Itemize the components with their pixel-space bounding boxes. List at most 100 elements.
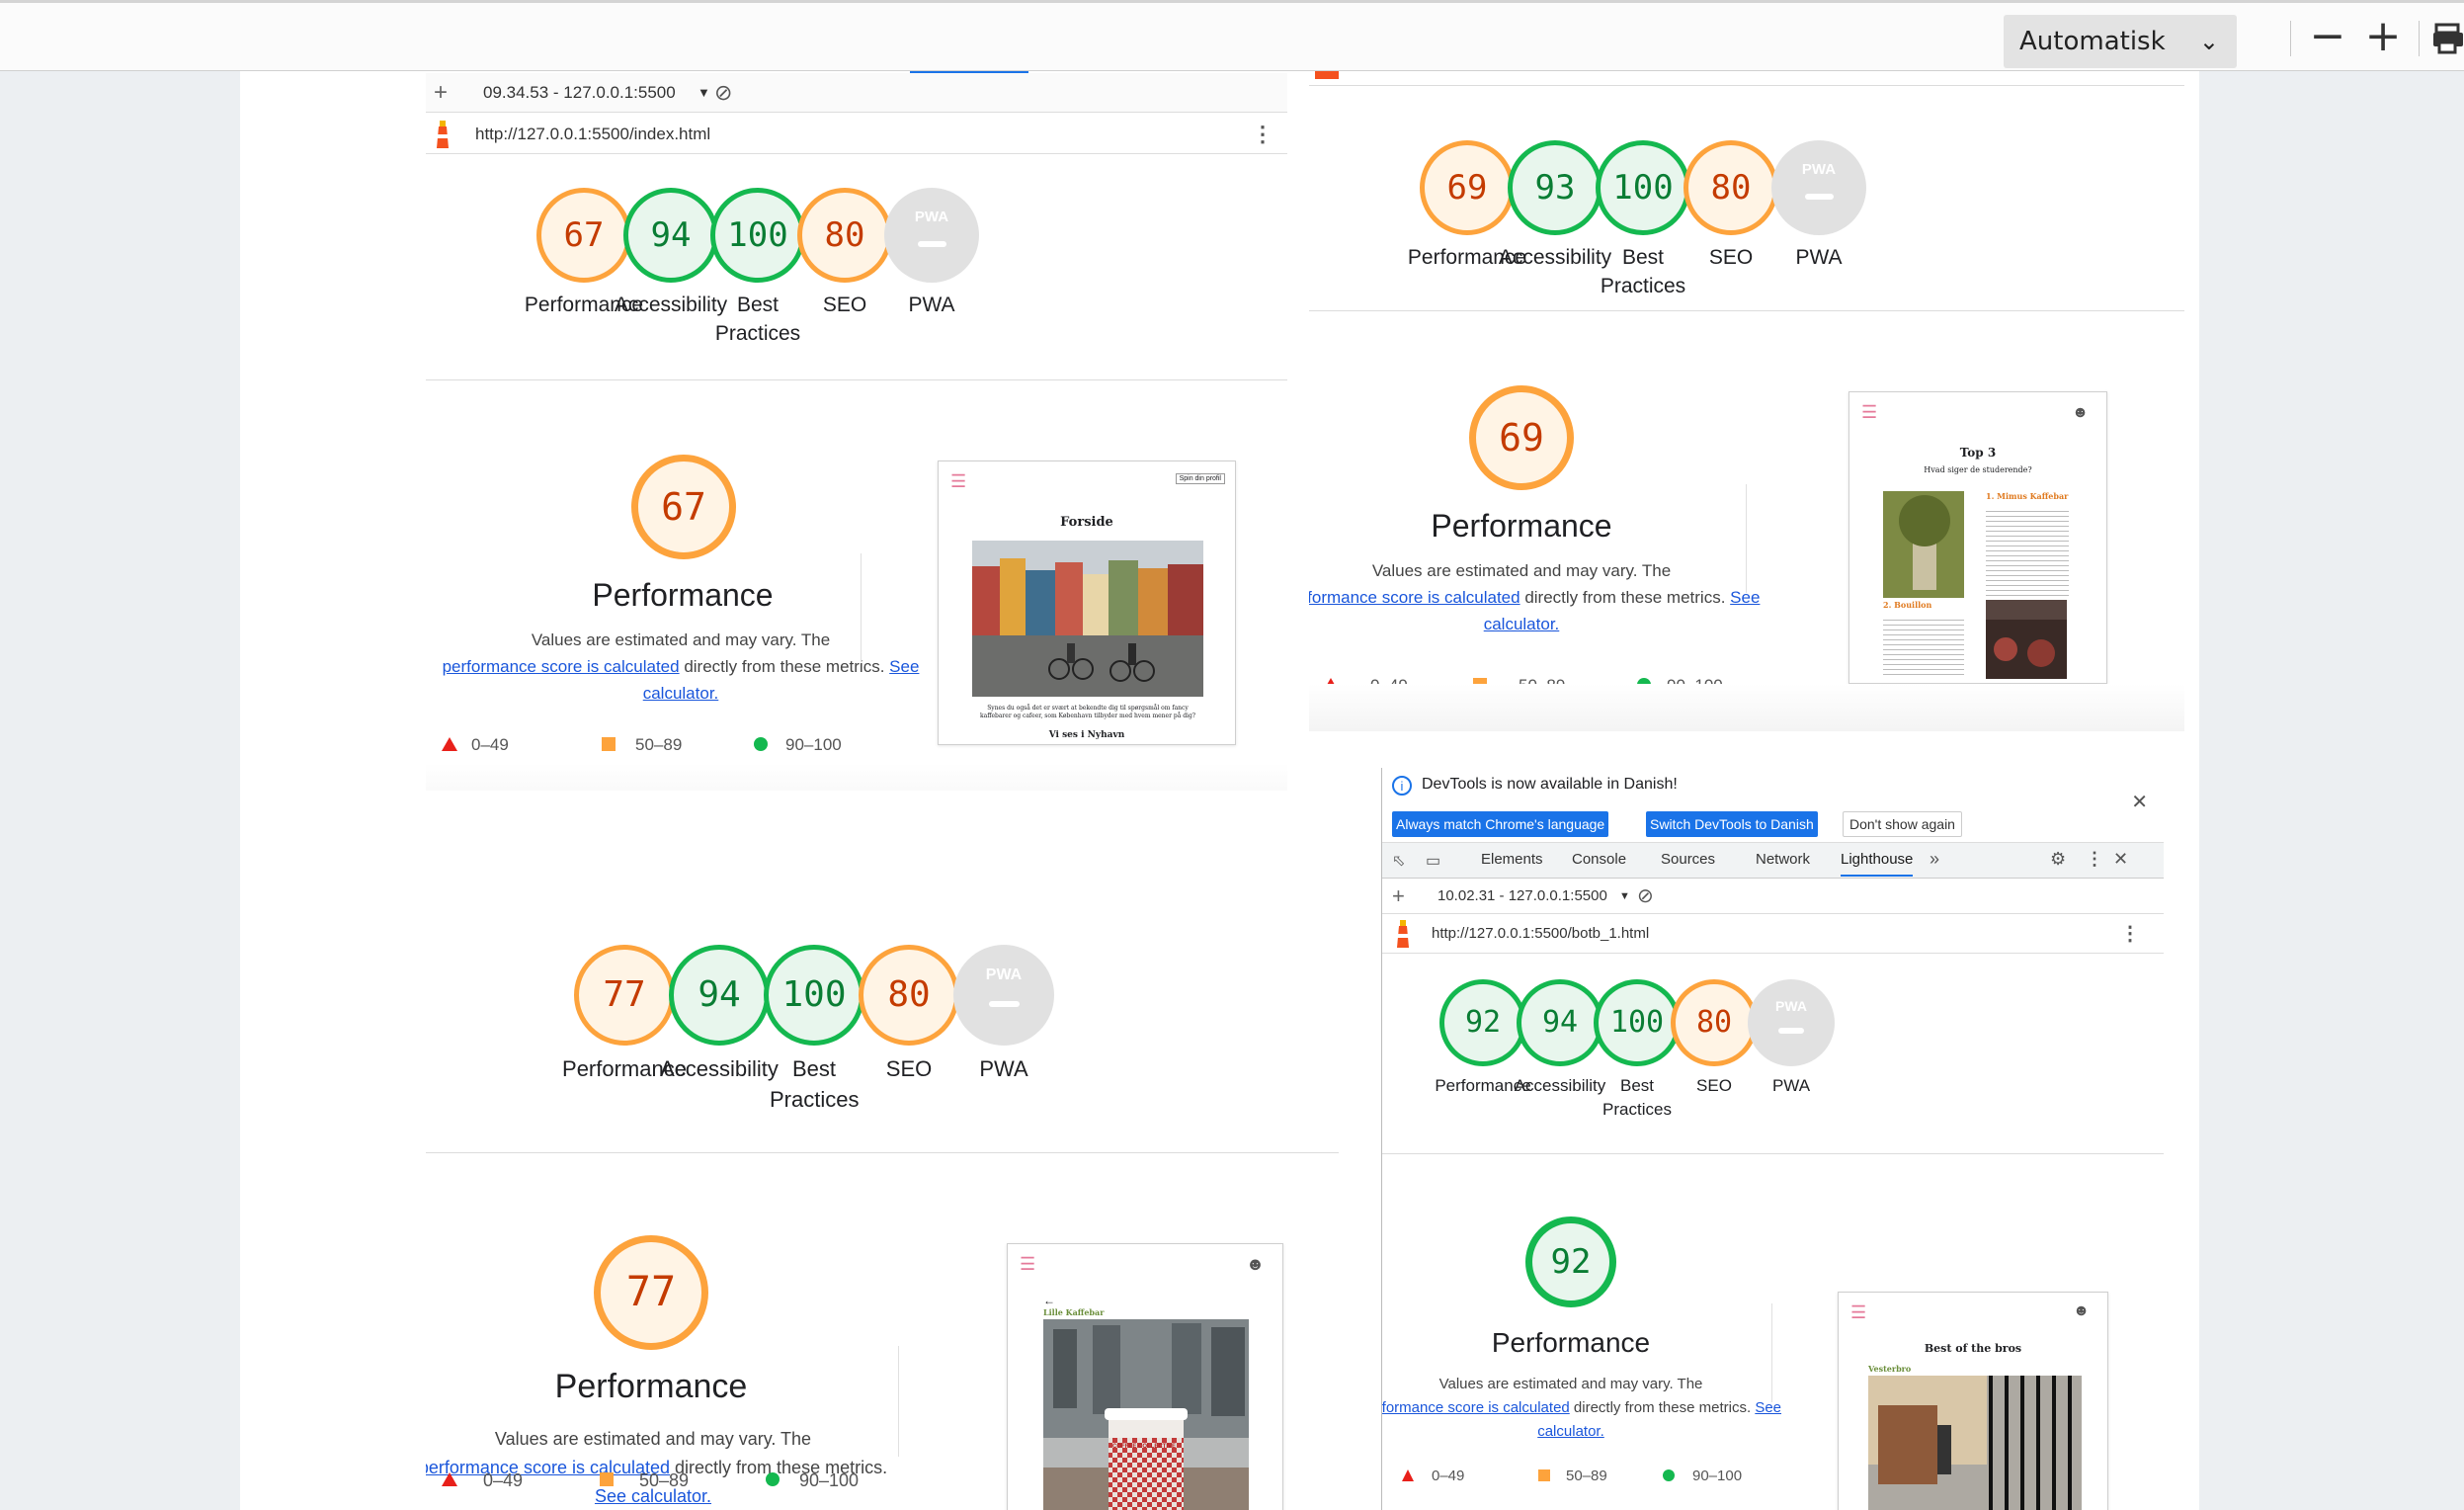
info-icon: i — [1392, 776, 1412, 796]
pwa-dash-icon — [1805, 194, 1834, 200]
account-icon: ☻ — [1246, 1254, 1265, 1274]
plus-icon[interactable]: + — [434, 73, 448, 113]
score-legend: 0–49 50–89 90–100 — [442, 1470, 896, 1494]
note-text: Values are estimated and may vary. The — [494, 1429, 812, 1449]
fade — [426, 763, 1287, 791]
switch-danish-button[interactable]: Switch DevTools to Danish — [1646, 811, 1818, 837]
tab-lighthouse[interactable]: Lighthouse — [1841, 851, 1914, 877]
more-tabs-icon[interactable]: » — [1930, 849, 1939, 870]
chevron-down-icon: ⌄ — [2198, 28, 2219, 55]
clear-icon[interactable]: ⊘ — [1637, 879, 1654, 914]
thumb-photo — [1986, 600, 2067, 679]
report-url: http://127.0.0.1:5500/botb_1.html — [1432, 925, 1650, 942]
fail-triangle-icon — [442, 1472, 457, 1486]
legend-average: 50–89 — [639, 1470, 690, 1490]
url-row: http://127.0.0.1:5500/index.html ⋮ — [426, 115, 1287, 154]
more-vert-icon[interactable]: ⋮ — [1252, 115, 1273, 154]
pwa-gauge[interactable]: PWA PWA — [940, 945, 1068, 1084]
score-legend: 0–49 50–89 90–100 — [1402, 1468, 1797, 1489]
page-screenshot-thumbnail: ☰ ☻ ← Lille Kaffebar COFFEE COLLECTIVE — [1007, 1243, 1283, 1510]
zoom-in-button[interactable]: + — [2361, 15, 2405, 60]
performance-note: Values are estimated and may vary. The p… — [426, 1425, 890, 1510]
thumb-subtitle: Vesterbro — [1868, 1364, 1912, 1374]
performance-score-ring: 67 — [631, 455, 736, 559]
zoom-select[interactable]: Automatisk zoom ⌄ — [2004, 15, 2237, 110]
tab-console[interactable]: Console — [1572, 851, 1626, 868]
dont-show-button[interactable]: Don't show again — [1843, 811, 1962, 837]
close-icon[interactable]: ✕ — [2113, 849, 2128, 870]
pwa-label: PWA — [1771, 1076, 1811, 1095]
print-button[interactable] — [2432, 17, 2464, 60]
inspect-icon[interactable]: ⬁ — [1392, 851, 1405, 871]
pwa-label: PWA — [1795, 246, 1843, 269]
pass-circle-icon — [1663, 1469, 1675, 1481]
pwa-gauge[interactable]: PWA PWA — [1727, 979, 1855, 1098]
lighthouse-report-kaffebar: 77 Performance 94 Accessibility 100 Best Prac… — [426, 864, 1339, 1510]
gear-icon[interactable]: ⚙ — [2050, 849, 2066, 870]
more-vert-icon[interactable]: ⋮ — [2086, 849, 2103, 870]
divider — [1746, 484, 1747, 593]
device-toolbar-icon[interactable]: ▭ — [1426, 851, 1440, 871]
note-text: Values are estimated and may vary. The — [1371, 561, 1672, 580]
note-text: Values are estimated and may vary. The — [531, 630, 831, 649]
tab-network[interactable]: Network — [1756, 851, 1810, 868]
divider — [1771, 1303, 1772, 1402]
thumb-item-2: 2. Bouillon — [1883, 600, 1932, 610]
divider — [1382, 1153, 2164, 1154]
performance-note: Values are estimated and may vary. The p… — [1309, 557, 1768, 638]
thumb-photo — [1883, 491, 1964, 598]
score-calc-link[interactable]: performance score is calculated — [1382, 1399, 1570, 1416]
performance-title: Performance — [554, 1368, 748, 1405]
divider — [1309, 310, 2184, 311]
note-text: directly from these metrics. — [684, 657, 885, 677]
pwa-badge-icon: PWA — [1775, 998, 1807, 1014]
fail-triangle-icon — [1402, 1469, 1414, 1481]
thumb-subtitle: Hvad siger de studerende? — [1924, 465, 2032, 474]
session-select[interactable]: 09.34.53 - 127.0.0.1:5500 — [483, 73, 676, 113]
note-text: directly from these metrics. — [1524, 588, 1726, 608]
caret-down-icon: ▼ — [1619, 890, 1630, 902]
fail-triangle-icon — [442, 737, 457, 751]
note-text: directly from these metrics. — [1573, 1399, 1752, 1416]
tab-sources[interactable]: Sources — [1661, 851, 1715, 868]
page-screenshot-thumbnail: ☰ Spin din profil Forside Synes du også … — [938, 461, 1236, 745]
session-select[interactable]: 10.02.31 - 127.0.0.1:5500 — [1437, 879, 1607, 914]
average-square-icon — [602, 737, 616, 751]
zoom-out-button[interactable]: − — [2306, 15, 2349, 60]
pwa-gauge[interactable]: PWA PWA — [1755, 140, 1883, 272]
score-calc-link[interactable]: performance score is calculated — [443, 657, 680, 676]
thumb-title: Forside — [1060, 515, 1113, 530]
pwa-dash-icon — [918, 241, 946, 247]
session-row: + 09.34.53 - 127.0.0.1:5500 ▼ ⊘ — [426, 73, 1287, 113]
more-vert-icon[interactable]: ⋮ — [2120, 914, 2140, 954]
performance-score-ring: 92 — [1525, 1216, 1616, 1307]
thumb-text: Synes du også det er svært at bekendte d… — [979, 705, 1196, 719]
pwa-score-ring: PWA — [1771, 140, 1866, 235]
thumb-button: Spin din profil — [1175, 473, 1225, 484]
tab-elements[interactable]: Elements — [1481, 851, 1543, 868]
pwa-score-ring: PWA — [1748, 979, 1835, 1066]
close-icon[interactable]: ✕ — [2131, 790, 2148, 814]
page-screenshot-thumbnail: ☰ ☻ Top 3 Hvad siger de studerende? 1. M… — [1848, 391, 2107, 684]
performance-title: Performance — [1491, 1327, 1651, 1358]
thumb-text-block — [1986, 507, 2069, 596]
thumb-photo — [972, 541, 1203, 697]
viewer-toolbar: Automatisk zoom ⌄ − + — [0, 0, 2464, 110]
match-language-button[interactable]: Always match Chrome's language — [1392, 811, 1609, 837]
lighthouse-icon — [1315, 71, 1339, 79]
thumb-text-block — [1883, 616, 1964, 679]
pwa-badge-icon: PWA — [1801, 161, 1837, 178]
clear-icon[interactable]: ⊘ — [714, 73, 732, 113]
hamburger-icon: ☰ — [950, 471, 967, 491]
language-infobar: i DevTools is now available in Danish! ✕… — [1382, 768, 2164, 843]
pwa-score-ring: PWA — [953, 945, 1054, 1046]
thumb-photo — [1868, 1376, 2082, 1510]
lighthouse-report-top3: 69 Performance 93 Accessibility 100 Best Prac… — [1309, 71, 2184, 731]
hamburger-icon: ☰ — [1020, 1254, 1036, 1274]
score-calc-link[interactable]: performance score is calculated — [1309, 588, 1520, 607]
plus-icon[interactable]: + — [1392, 879, 1405, 914]
fade — [1309, 684, 2184, 731]
pwa-gauge[interactable]: PWA PWA — [867, 188, 996, 319]
pwa-dash-icon — [1778, 1028, 1804, 1034]
lighthouse-icon — [434, 121, 452, 163]
